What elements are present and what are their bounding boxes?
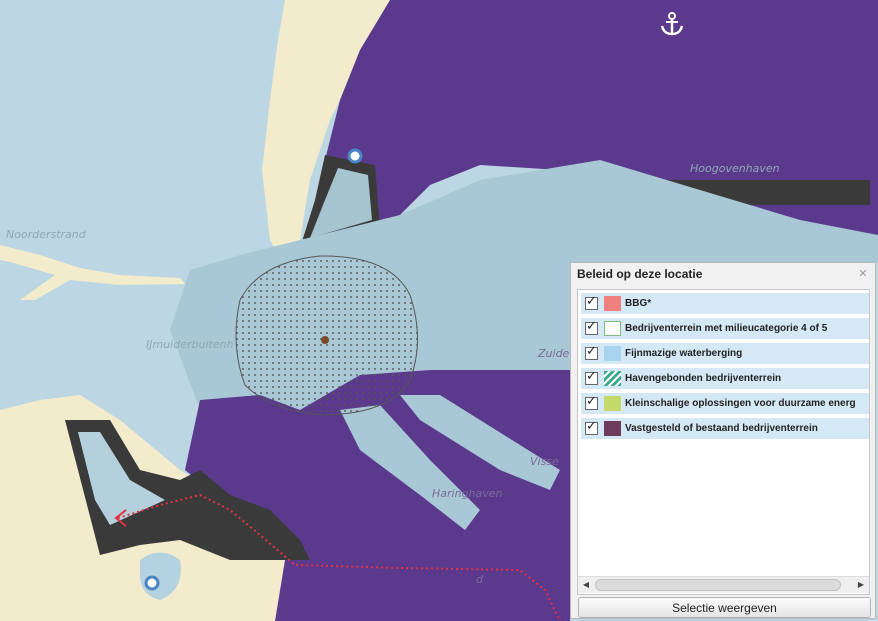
legend-swatch [604,421,621,436]
legend-item[interactable]: Vastgesteld of bestaand bedrijventerrein [581,418,869,439]
legend-checkbox[interactable] [585,419,598,435]
selection-center-icon [321,336,329,344]
legend-item[interactable]: Fijnmazige waterberging [581,343,869,364]
legend-swatch [604,296,621,311]
legend-swatch [604,396,621,411]
legend-checkbox[interactable] [585,319,598,335]
legend-checkbox[interactable] [585,344,598,360]
map-label-area-d: d [476,573,484,586]
legend-swatch [604,321,621,336]
map-label-noorderstrand: Noorderstrand [6,228,87,241]
close-icon[interactable]: ✕ [857,268,869,280]
legend-checkbox[interactable] [585,394,598,410]
legend-label: Vastgesteld of bestaand bedrijventerrein [625,423,818,434]
scroll-thumb[interactable] [595,579,841,591]
legend-item[interactable]: Havengebonden bedrijventerrein [581,368,869,389]
legend-label: Fijnmazige waterberging [625,348,743,359]
legend-list: BBG* Bedrijventerrein met milieucategori… [577,289,870,595]
policy-panel: Beleid op deze locatie ✕ BBG* Bedrijvent… [570,262,876,619]
legend-swatch [604,371,621,386]
map-label-haringhaven: Haringhaven [432,487,503,500]
map-label-hoogovenhaven: Hoogovenhaven [690,162,780,175]
map-label-ijmuiderbuitenhaven: IJmuiderbuitenh [146,338,234,351]
legend-label: Bedrijventerrein met milieucategorie 4 o… [625,323,828,334]
selection-buffer[interactable] [235,255,418,416]
legend-swatch [604,346,621,361]
legend-checkbox[interactable] [585,294,598,310]
panel-title: Beleid op deze locatie [577,267,703,281]
show-selection-button[interactable]: Selectie weergeven [578,597,871,618]
location-marker-icon[interactable] [347,148,363,164]
legend-item[interactable]: Kleinschalige oplossingen voor duurzame … [581,393,869,414]
location-marker-icon[interactable] [144,575,160,591]
legend-item[interactable]: BBG* [581,293,869,314]
legend-label: Kleinschalige oplossingen voor duurzame … [625,398,856,409]
legend-item[interactable]: Bedrijventerrein met milieucategorie 4 o… [581,318,869,339]
scroll-right-icon[interactable]: ▶ [853,577,869,593]
legend-label: BBG* [625,298,652,309]
legend-checkbox[interactable] [585,369,598,385]
map-label-visserhaven: Visse [530,455,559,468]
scroll-left-icon[interactable]: ◀ [578,577,594,593]
horizontal-scrollbar[interactable]: ◀ ▶ [578,576,869,593]
map-label-zuiderhaven: Zuide [537,347,570,360]
legend-label: Havengebonden bedrijventerrein [625,373,782,384]
panel-header: Beleid op deze locatie ✕ [571,263,875,285]
